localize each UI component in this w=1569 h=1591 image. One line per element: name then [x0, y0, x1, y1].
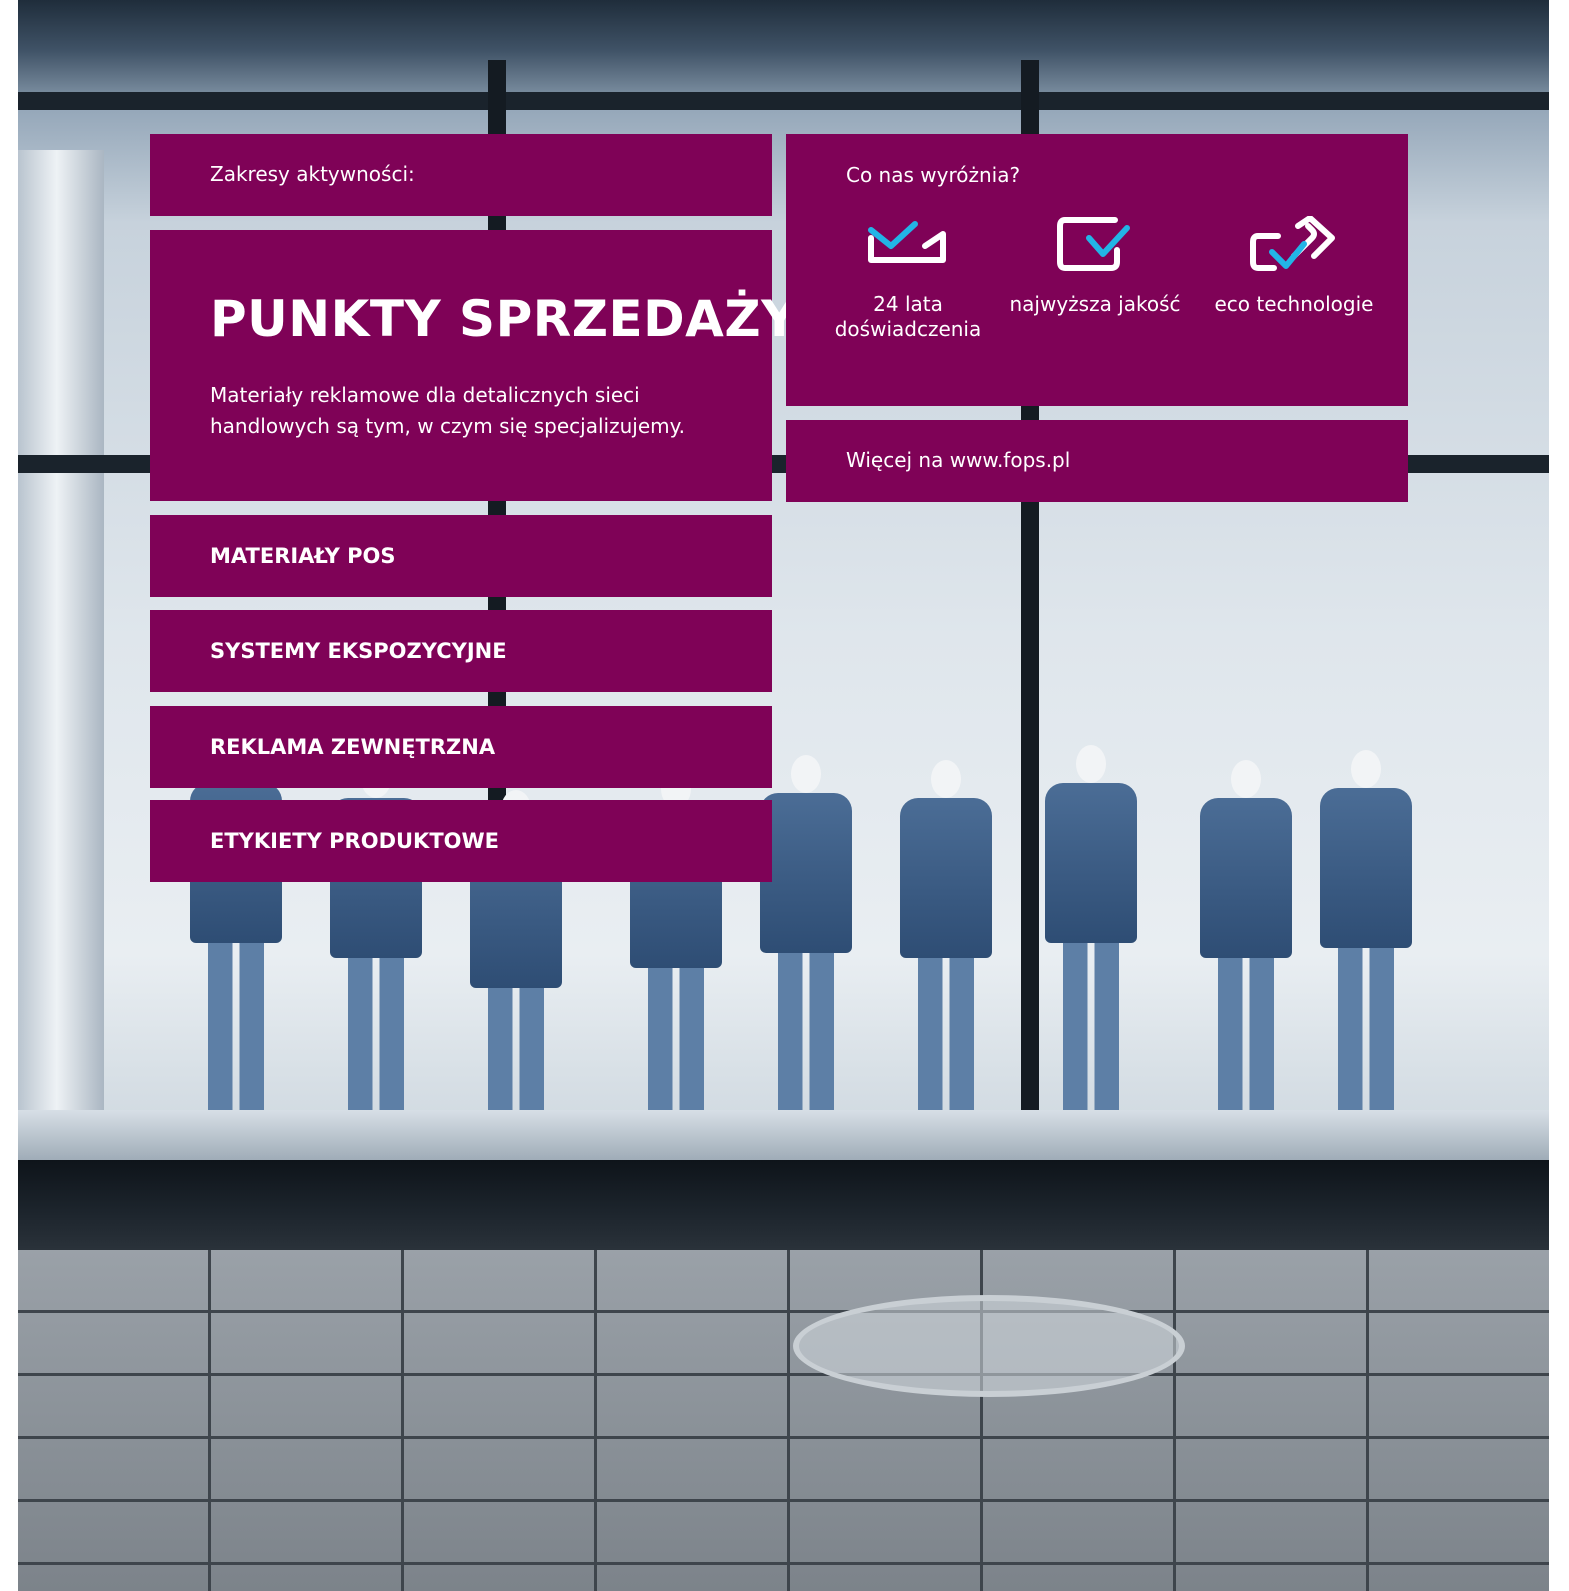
feature-label: 24 lata doświadczenia [834, 292, 982, 341]
scope-main-panel: PUNKTY SPRZEDAŻY Materiały reklamowe dla… [150, 230, 797, 501]
highlights-heading: Co nas wyróżnia? [846, 163, 1021, 187]
category-reklama-zewnetrzna[interactable]: REKLAMA ZEWNĘTRZNA [150, 706, 772, 788]
website-link[interactable]: Więcej na www.fops.pl [846, 448, 1070, 472]
page-title: PUNKTY SPRZEDAŻY [210, 290, 798, 348]
feature-experience: 24 lata doświadczenia [813, 216, 1003, 342]
pillar [18, 150, 104, 1160]
manhole-cover [793, 1295, 1185, 1397]
more-info-panel[interactable]: Więcej na www.fops.pl [786, 420, 1408, 502]
scope-heading-panel: Zakresy aktywności: [150, 134, 772, 216]
category-materialy-pos[interactable]: MATERIAŁY POS [150, 515, 772, 597]
shop-floor [18, 1110, 1549, 1165]
eco-link-check-icon [1250, 216, 1335, 271]
category-label: SYSTEMY EKSPOZYCYJNE [210, 639, 507, 663]
pavement [18, 1250, 1549, 1591]
ceiling-lights [18, 0, 1549, 100]
feature-label: eco technologie [1214, 292, 1374, 316]
crown-check-icon [868, 221, 946, 263]
category-label: ETYKIETY PRODUKTOWE [210, 829, 500, 853]
box-check-icon [1057, 217, 1130, 271]
feature-label: najwyższa jakość [1009, 292, 1181, 316]
category-label: MATERIAŁY POS [210, 544, 396, 568]
category-label: REKLAMA ZEWNĘTRZNA [210, 735, 496, 759]
window-frame-top [18, 92, 1549, 110]
feature-quality: najwyższa jakość [1000, 216, 1190, 317]
scope-description: Materiały reklamowe dla detalicznych sie… [210, 383, 685, 438]
window-sill [18, 1160, 1549, 1250]
category-systemy-ekspozycyjne[interactable]: SYSTEMY EKSPOZYCYJNE [150, 610, 772, 692]
feature-eco: eco technologie [1199, 216, 1389, 317]
category-etykiety-produktowe[interactable]: ETYKIETY PRODUKTOWE [150, 800, 772, 882]
highlights-panel: Co nas wyróżnia? 24 lata doświadczenia n… [786, 134, 1408, 406]
scope-heading: Zakresy aktywności: [210, 162, 415, 186]
